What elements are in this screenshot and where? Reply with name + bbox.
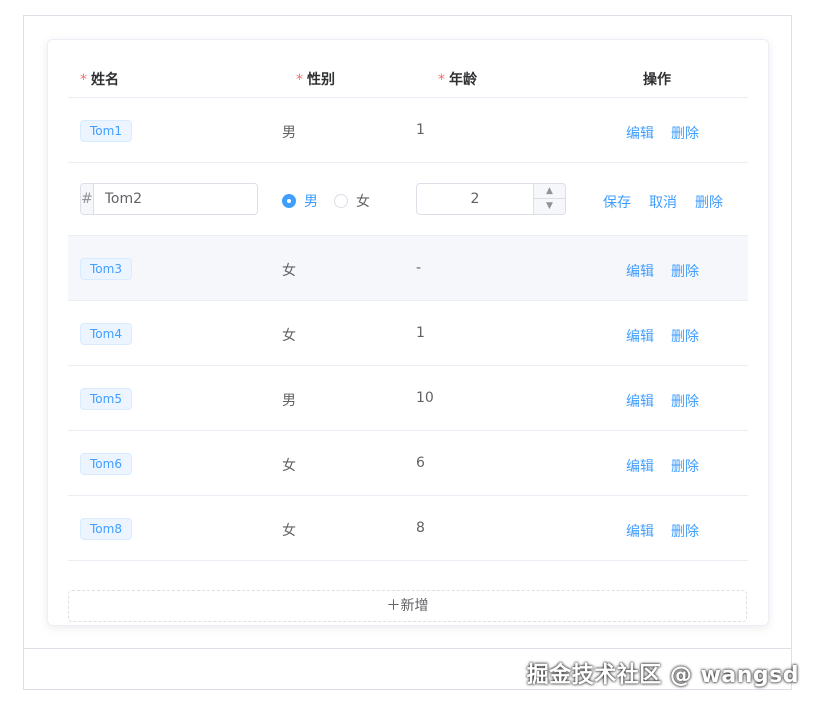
delete-button[interactable]: 删除: [671, 456, 699, 476]
name-input[interactable]: [93, 184, 257, 214]
table-header: * 姓名 * 性别 * 年龄 操作: [68, 56, 748, 98]
radio-checked-icon: [282, 194, 296, 208]
radio-male[interactable]: 男: [282, 191, 318, 211]
name-tag: Tom8: [80, 518, 132, 540]
add-row-button[interactable]: ＋新增: [68, 590, 747, 622]
header-sex-label: 性别: [307, 72, 335, 88]
table-row: Tom6 女 6 编辑 删除: [68, 431, 748, 496]
delete-button[interactable]: 删除: [671, 123, 699, 143]
age-number-input: 2 ▲ ▼: [416, 183, 566, 215]
edit-button[interactable]: 编辑: [626, 456, 654, 476]
edit-button[interactable]: 编辑: [626, 123, 654, 143]
delete-button[interactable]: 删除: [695, 192, 723, 212]
delete-button[interactable]: 删除: [671, 326, 699, 346]
age-cell: 8: [416, 520, 425, 536]
header-name-label: 姓名: [91, 72, 119, 88]
table-row: Tom1 男 1 编辑 删除: [68, 98, 748, 163]
age-cell: -: [416, 260, 422, 276]
table-row: Tom4 女 1 编辑 删除: [68, 301, 748, 366]
table-card: * 姓名 * 性别 * 年龄 操作 Tom1 男 1 编辑 删除 # Tom2 …: [47, 39, 769, 626]
edit-button[interactable]: 编辑: [626, 391, 654, 411]
header-name: * 姓名: [80, 69, 119, 89]
table-row: Tom5 男 10 编辑 删除: [68, 366, 748, 431]
outer-frame: * 姓名 * 性别 * 年龄 操作 Tom1 男 1 编辑 删除 # Tom2 …: [23, 15, 792, 690]
edit-button[interactable]: 编辑: [626, 326, 654, 346]
radio-unchecked-icon: [334, 194, 348, 208]
table-row-editing: # 男 女 2 ▲ ▼ 保存 取消 删除: [68, 163, 748, 236]
table-row: Tom8 女 8 编辑 删除: [68, 496, 748, 561]
age-cell: 1: [416, 122, 425, 138]
required-mark: *: [438, 72, 445, 88]
header-age: * 年龄: [438, 69, 477, 89]
delete-button[interactable]: 删除: [671, 391, 699, 411]
radio-female-label: 女: [356, 194, 370, 210]
save-button[interactable]: 保存: [603, 192, 631, 212]
edit-button[interactable]: 编辑: [626, 261, 654, 281]
increase-icon[interactable]: ▲: [533, 184, 565, 199]
sex-cell: 男: [282, 125, 296, 141]
age-cell: 10: [416, 390, 434, 406]
name-tag: Tom6: [80, 453, 132, 475]
age-cell: 1: [416, 325, 425, 341]
radio-female[interactable]: 女: [334, 191, 370, 211]
required-mark: *: [296, 72, 303, 88]
name-tag: Tom5: [80, 388, 132, 410]
decrease-icon[interactable]: ▼: [533, 199, 565, 214]
sex-cell: 女: [282, 328, 296, 344]
sex-cell: 女: [282, 523, 296, 539]
hash-prepend: #: [81, 184, 94, 214]
table-row: Tom3 女 - 编辑 删除: [68, 236, 748, 301]
name-input-group: #: [80, 183, 258, 215]
header-ops: 操作: [643, 72, 671, 88]
header-sex: * 性别: [296, 69, 335, 89]
delete-button[interactable]: 删除: [671, 261, 699, 281]
sex-cell: 女: [282, 458, 296, 474]
age-cell: 6: [416, 455, 425, 471]
age-input-value[interactable]: 2: [417, 184, 533, 214]
sex-cell: 女: [282, 263, 296, 279]
radio-male-label: 男: [304, 194, 318, 210]
name-tag: Tom1: [80, 120, 132, 142]
sex-cell: 男: [282, 393, 296, 409]
delete-button[interactable]: 删除: [671, 521, 699, 541]
header-age-label: 年龄: [449, 72, 477, 88]
cancel-button[interactable]: 取消: [649, 192, 677, 212]
watermark: 掘金技术社区 @ wangsd: [526, 663, 799, 688]
name-tag: Tom4: [80, 323, 132, 345]
name-tag: Tom3: [80, 258, 132, 280]
required-mark: *: [80, 72, 87, 88]
edit-button[interactable]: 编辑: [626, 521, 654, 541]
divider: [24, 648, 791, 649]
editable-table: * 姓名 * 性别 * 年龄 操作 Tom1 男 1 编辑 删除 # Tom2 …: [68, 56, 748, 561]
